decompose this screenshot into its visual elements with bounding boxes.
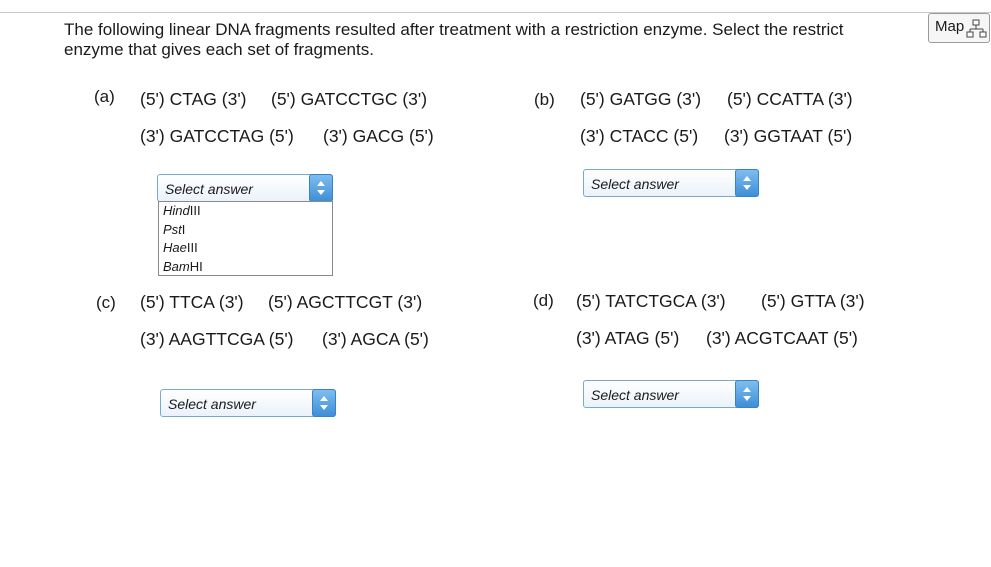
problem-a-bottom-fragment-2: (3') GACG (5') <box>323 126 434 146</box>
problem-c-top-fragment-2: (5') AGCTTCGT (3') <box>268 292 423 312</box>
select-arrows-icon[interactable] <box>735 380 759 408</box>
problem-a-bottom-fragment-1: (3') GATCCTAG (5') <box>140 126 294 146</box>
problem-a-options-list[interactable]: HindIII PstI HaeIII BamHI <box>158 201 333 276</box>
problem-a-top-fragment-2: (5') GATCCTGC (3') <box>271 89 428 109</box>
option-haeiii[interactable]: HaeIII <box>159 239 332 258</box>
instructions-line-2: enzyme that gives each set of fragments. <box>64 40 374 59</box>
problem-a-label: (a) <box>94 87 115 106</box>
map-icon <box>966 19 988 43</box>
problem-c-bottom-fragment-2: (3') AGCA (5') <box>322 329 429 349</box>
problem-a-answer-select[interactable]: Select answer <box>157 174 333 202</box>
problem-b-label: (b) <box>534 90 555 109</box>
select-arrows-icon[interactable] <box>312 389 336 417</box>
problem-b-top-fragment-2: (5') CCATTA (3') <box>727 89 853 109</box>
option-psti[interactable]: PstI <box>159 221 332 240</box>
option-bamhi[interactable]: BamHI <box>159 258 332 277</box>
top-divider <box>0 0 991 13</box>
problem-b-bottom-fragment-1: (3') CTACC (5') <box>580 126 699 146</box>
problem-c-label: (c) <box>96 293 116 312</box>
select-arrows-icon[interactable] <box>735 169 759 197</box>
map-button-label: Map <box>935 18 965 35</box>
problem-b-select-text: Select answer <box>591 176 679 192</box>
problem-b-answer-select[interactable]: Select answer <box>583 169 759 197</box>
problem-d-bottom-fragment-1: (3') ATAG (5') <box>576 328 680 348</box>
instructions-line-1: The following linear DNA fragments resul… <box>64 20 844 39</box>
problem-a-select-text: Select answer <box>165 181 253 197</box>
problem-b-bottom-fragment-2: (3') GGTAAT (5') <box>724 126 853 146</box>
option-hindiii[interactable]: HindIII <box>159 202 332 221</box>
problem-d-label: (d) <box>533 291 554 310</box>
problem-c-top-fragment-1: (5') TTCA (3') <box>140 292 244 312</box>
problem-d-select-text: Select answer <box>591 387 679 403</box>
problem-b-top-fragment-1: (5') GATGG (3') <box>580 89 702 109</box>
instructions: The following linear DNA fragments resul… <box>64 20 934 60</box>
problem-c-answer-select[interactable]: Select answer <box>160 389 336 417</box>
problem-c-select-text: Select answer <box>168 396 256 412</box>
problem-a-top-fragment-1: (5') CTAG (3') <box>140 89 247 109</box>
problem-c-bottom-fragment-1: (3') AAGTTCGA (5') <box>140 329 294 349</box>
problem-d-answer-select[interactable]: Select answer <box>583 380 759 408</box>
map-button[interactable]: Map <box>928 13 990 43</box>
select-arrows-icon[interactable] <box>309 174 333 202</box>
problem-d-top-fragment-1: (5') TATCTGCA (3') <box>576 291 726 311</box>
problem-d-top-fragment-2: (5') GTTA (3') <box>761 291 865 311</box>
problem-d-bottom-fragment-2: (3') ACGTCAAT (5') <box>706 328 858 348</box>
